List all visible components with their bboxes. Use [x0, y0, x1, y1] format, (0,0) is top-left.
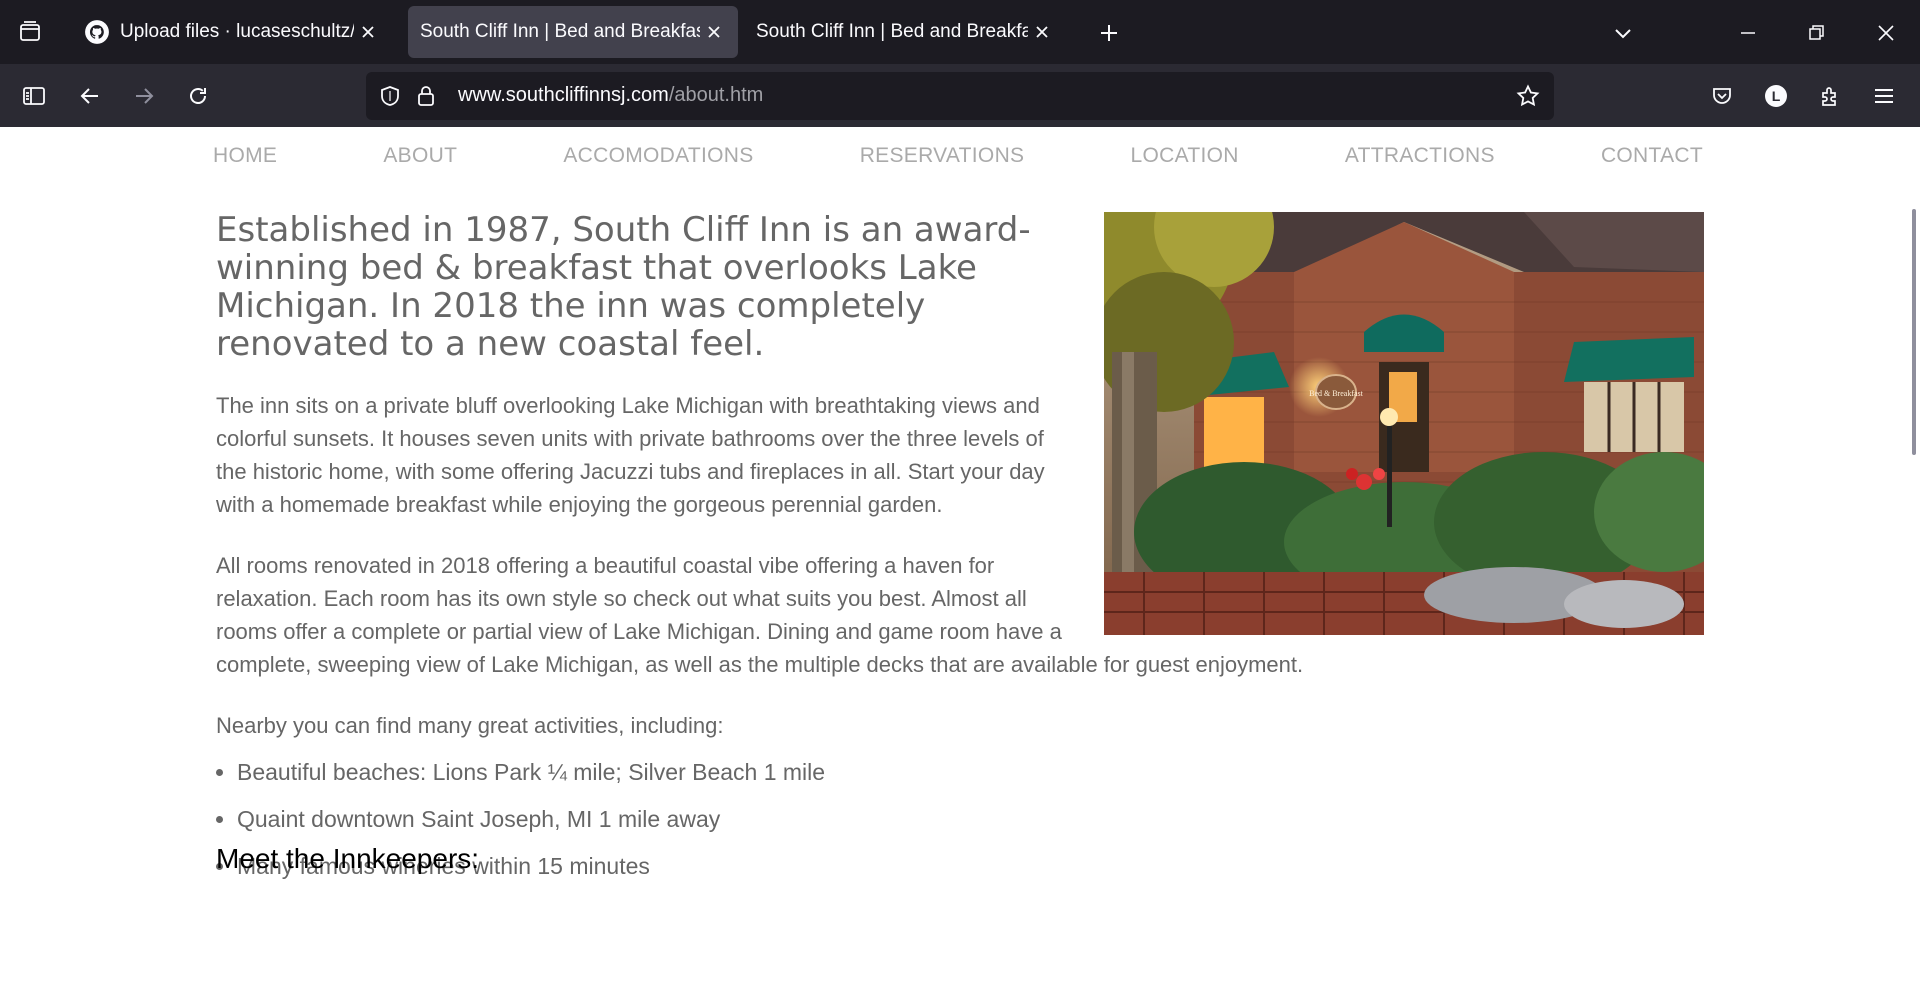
- minimize-icon[interactable]: [1728, 16, 1768, 50]
- restore-icon[interactable]: [1796, 16, 1836, 50]
- account-initial: L: [1765, 85, 1787, 107]
- forward-icon[interactable]: [126, 78, 162, 114]
- nearby-intro: Nearby you can find many great activitie…: [216, 713, 724, 738]
- extensions-icon[interactable]: [1812, 78, 1848, 114]
- url-path: /about.htm: [668, 84, 764, 106]
- list-item: Quaint downtown Saint Joseph, MI 1 mile …: [237, 803, 1704, 836]
- url-text[interactable]: www.southcliffinnsj.com/about.htm: [458, 84, 763, 107]
- pocket-icon[interactable]: [1704, 78, 1740, 114]
- close-tab-icon[interactable]: [1028, 18, 1056, 46]
- github-icon: [84, 19, 110, 45]
- bookmark-star-icon[interactable]: [1512, 80, 1544, 112]
- innkeepers-heading: Meet the Innkeepers:: [216, 843, 480, 874]
- about-content: Bed & Breakfast Established in 1987, Sou…: [216, 211, 1704, 897]
- shield-icon[interactable]: [374, 80, 406, 112]
- close-tab-icon[interactable]: [700, 18, 728, 46]
- bed-breakfast-sign: Bed & Breakfast: [1309, 389, 1364, 398]
- account-avatar[interactable]: L: [1758, 78, 1794, 114]
- nav-reservations[interactable]: RESERVATIONS: [860, 144, 1025, 168]
- site-nav: HOME ABOUT ACCOMODATIONS RESERVATIONS LO…: [213, 144, 1703, 168]
- nav-contact[interactable]: CONTACT: [1601, 144, 1703, 168]
- tab-south-cliff-active[interactable]: South Cliff Inn | Bed and Breakfast | S: [408, 6, 738, 58]
- web-page: HOME ABOUT ACCOMODATIONS RESERVATIONS LO…: [0, 127, 1920, 1008]
- nav-home[interactable]: HOME: [213, 144, 277, 168]
- tab-title: Upload files · lucaseschultz/HTML: [120, 21, 354, 42]
- tab-bar: Upload files · lucaseschultz/HTML South …: [0, 0, 1920, 64]
- navigation-toolbar: www.southcliffinnsj.com/about.htm L: [0, 64, 1920, 127]
- nav-location[interactable]: LOCATION: [1131, 144, 1239, 168]
- close-tab-icon[interactable]: [354, 18, 382, 46]
- nav-accomodations[interactable]: ACCOMODATIONS: [563, 144, 753, 168]
- nav-attractions[interactable]: ATTRACTIONS: [1345, 144, 1495, 168]
- list-item: Beautiful beaches: Lions Park ¼ mile; Si…: [237, 756, 1704, 789]
- inn-photo: Bed & Breakfast: [1104, 212, 1704, 635]
- tab-github-upload[interactable]: Upload files · lucaseschultz/HTML: [70, 6, 392, 58]
- reload-icon[interactable]: [180, 78, 216, 114]
- lock-icon[interactable]: [410, 80, 442, 112]
- tab-title: South Cliff Inn | Bed and Breakfast | S: [756, 21, 1028, 42]
- menu-icon[interactable]: [1866, 78, 1902, 114]
- sidebar-icon[interactable]: [16, 78, 52, 114]
- close-window-icon[interactable]: [1866, 16, 1906, 50]
- new-tab-icon[interactable]: [1092, 16, 1126, 50]
- address-bar[interactable]: www.southcliffinnsj.com/about.htm: [366, 72, 1554, 120]
- page-scrollbar[interactable]: [1912, 209, 1916, 455]
- tab-title: South Cliff Inn | Bed and Breakfast | S: [420, 21, 700, 42]
- chevron-down-icon[interactable]: [1606, 16, 1640, 50]
- back-icon[interactable]: [72, 78, 108, 114]
- nav-about[interactable]: ABOUT: [383, 144, 457, 168]
- tab-south-cliff[interactable]: South Cliff Inn | Bed and Breakfast | S: [744, 6, 1066, 58]
- url-domain: www.southcliffinnsj.com: [458, 84, 669, 106]
- tab-list-icon[interactable]: [12, 14, 48, 50]
